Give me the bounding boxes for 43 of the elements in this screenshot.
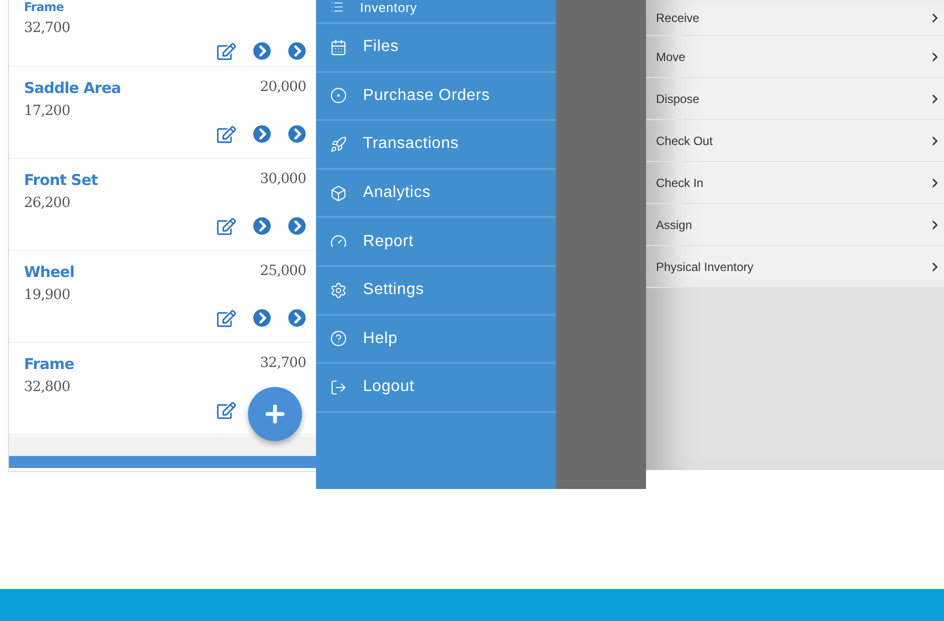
edit-icon[interactable] (217, 309, 236, 328)
menu-item[interactable]: Files (363, 38, 399, 56)
settings-icon (330, 282, 347, 299)
rocket-icon (330, 136, 347, 153)
target-quantity: 25,000 (260, 263, 306, 279)
menu-item[interactable]: Transactions (363, 135, 459, 154)
item-name[interactable]: Wheel (24, 263, 74, 281)
list-item-label[interactable]: Assign (656, 218, 692, 232)
menu-item[interactable]: Logout (363, 378, 414, 396)
menu-item[interactable]: Purchase Orders (363, 86, 490, 105)
list-item-label[interactable]: Dispose (656, 92, 700, 106)
target-quantity: 32,700 (260, 355, 306, 371)
edit-icon[interactable] (217, 125, 236, 144)
list-item-label[interactable]: Move (656, 50, 686, 64)
item-name[interactable]: Frame (24, 355, 74, 373)
edit-icon[interactable] (217, 217, 236, 236)
logout-icon (330, 378, 347, 396)
calendar-icon (330, 38, 347, 56)
current-quantity: 32,700 (24, 20, 71, 36)
target-quantity: 20,000 (260, 79, 306, 95)
current-quantity: 32,800 (24, 379, 71, 395)
edit-icon[interactable] (217, 42, 236, 61)
item-name[interactable]: Front Set (24, 171, 98, 189)
list-item-label[interactable]: Physical Inventory (656, 260, 754, 274)
help-icon (330, 330, 347, 348)
menu-item[interactable]: Inventory (360, 0, 418, 15)
list-item-label[interactable]: Check In (656, 176, 704, 190)
menu-item[interactable]: Settings (363, 281, 424, 300)
item-name[interactable]: Saddle Area (24, 79, 121, 97)
list-item-label[interactable]: Check Out (656, 134, 713, 148)
menu-item[interactable]: Help (363, 330, 398, 348)
current-quantity: 19,900 (24, 287, 71, 303)
menu-item[interactable]: Analytics (363, 184, 431, 202)
cube-icon (330, 184, 347, 202)
target-icon (330, 87, 347, 104)
menu-item[interactable]: Report (363, 232, 414, 251)
add-button[interactable] (248, 387, 302, 441)
edit-icon[interactable] (217, 401, 236, 420)
current-quantity: 17,200 (24, 103, 71, 119)
target-quantity: 30,000 (260, 171, 306, 187)
list-item-label[interactable]: Receive (656, 10, 700, 24)
current-quantity: 26,200 (24, 195, 71, 211)
item-name[interactable]: Frame (24, 0, 64, 14)
